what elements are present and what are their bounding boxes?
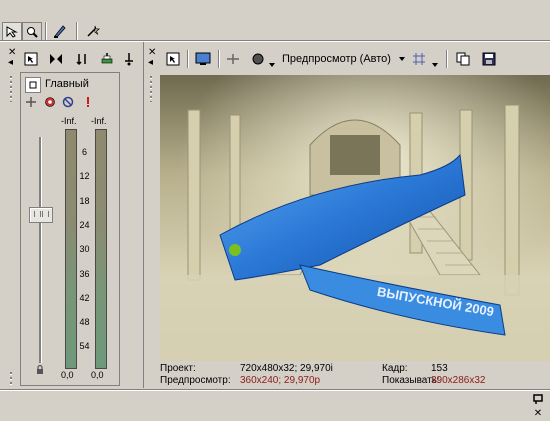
preview-panel: ✕ ◂ Предпросмотр (Авто) ВЫПУСКНОЙ 2009 П… xyxy=(143,42,550,388)
preview-info-label: Предпросмотр: xyxy=(160,375,231,386)
split-screen-icon[interactable] xyxy=(249,50,267,68)
toolbar-separator xyxy=(187,50,188,68)
fader-value-right: 0,0 xyxy=(91,370,104,380)
toolbar-separator xyxy=(76,22,77,40)
main-toolbar xyxy=(0,0,550,42)
lock-icon[interactable] xyxy=(35,364,45,378)
overlay-dropdown[interactable] xyxy=(432,58,438,70)
preview-quality-dropdown[interactable]: Предпросмотр (Авто) xyxy=(282,50,405,68)
pin-icon[interactable] xyxy=(531,393,545,405)
save-snapshot-icon[interactable] xyxy=(480,50,498,68)
meter-scale-tick: 18 xyxy=(79,195,90,206)
display-value: 390x286x32 xyxy=(431,375,486,386)
fader-handle[interactable] xyxy=(29,207,53,223)
downmix-icon[interactable] xyxy=(47,50,65,68)
magic-tool-icon[interactable] xyxy=(84,22,102,40)
video-fx-icon[interactable] xyxy=(224,50,242,68)
dim-icon[interactable] xyxy=(73,50,91,68)
fader-value-left: 0,0 xyxy=(61,370,74,380)
frame-label: Кадр: xyxy=(382,363,408,374)
monitor-icon[interactable] xyxy=(120,50,138,68)
meter-scale-tick: 42 xyxy=(79,292,90,303)
bottom-divider xyxy=(0,389,550,390)
timeline-close-icon[interactable]: ✕ xyxy=(531,407,545,419)
project-value: 720x480x32; 29,970i xyxy=(240,363,333,374)
mixer-pin-icon[interactable]: ◂ xyxy=(8,58,13,68)
master-fx-icon[interactable] xyxy=(98,50,116,68)
meter-right xyxy=(95,129,107,369)
selection-tool-icon[interactable] xyxy=(2,22,22,42)
mixer-dock-grip[interactable] xyxy=(10,76,12,102)
meter-scale-tick: 54 xyxy=(79,341,90,352)
mixer-panel: ✕ ◂ Главный -Inf. -Inf. 6 12 18 24 30 36… xyxy=(0,42,143,388)
bus-insert-icon[interactable] xyxy=(24,95,38,109)
meter-scale-tick: 48 xyxy=(79,317,90,328)
preview-info-value: 360x240; 29,970p xyxy=(240,375,321,386)
copy-snapshot-icon[interactable] xyxy=(454,50,472,68)
vegas-window: { "top_toolbar": { "icons": ["selection-… xyxy=(0,0,550,421)
fader-track[interactable] xyxy=(39,137,42,363)
insert-bus-icon[interactable] xyxy=(22,50,40,68)
toolbar-separator xyxy=(218,50,219,68)
preview-pin-icon[interactable]: ◂ xyxy=(148,58,153,68)
toolbar-divider xyxy=(0,40,550,41)
video-preview[interactable]: ВЫПУСКНОЙ 2009 xyxy=(160,75,550,361)
project-label: Проект: xyxy=(160,363,196,374)
preview-properties-icon[interactable] xyxy=(164,50,182,68)
meter-scale-tick: 30 xyxy=(79,244,90,255)
master-bus-strip: Главный -Inf. -Inf. 6 12 18 24 30 36 42 48 54 0,… xyxy=(20,72,120,386)
chevron-down-icon xyxy=(398,57,405,61)
bus-properties-icon[interactable] xyxy=(25,77,41,93)
zoom-tool-icon[interactable] xyxy=(22,22,42,42)
preview-quality-label: Предпросмотр (Авто) xyxy=(282,53,391,65)
meter-scale-tick: 36 xyxy=(79,268,90,279)
meter-scale-tick: 12 xyxy=(79,171,90,182)
envelope-edit-icon[interactable] xyxy=(51,22,69,40)
split-screen-dropdown[interactable] xyxy=(269,58,275,70)
toolbar-separator xyxy=(45,22,46,40)
frame-value: 153 xyxy=(431,363,448,374)
meter-scale: 6 12 18 24 30 36 42 48 54 xyxy=(73,73,96,385)
meter-scale-tick: 6 xyxy=(81,147,87,157)
external-monitor-icon[interactable] xyxy=(194,50,212,68)
toolbar-separator xyxy=(446,50,447,68)
timeline-area xyxy=(0,391,530,421)
meter-scale-tick: 24 xyxy=(79,219,90,230)
bus-fx-icon[interactable] xyxy=(43,95,57,109)
mixer-dock-grip-2[interactable] xyxy=(10,372,12,386)
preview-dock-grip[interactable] xyxy=(150,76,152,102)
overlay-grid-icon[interactable] xyxy=(410,50,428,68)
